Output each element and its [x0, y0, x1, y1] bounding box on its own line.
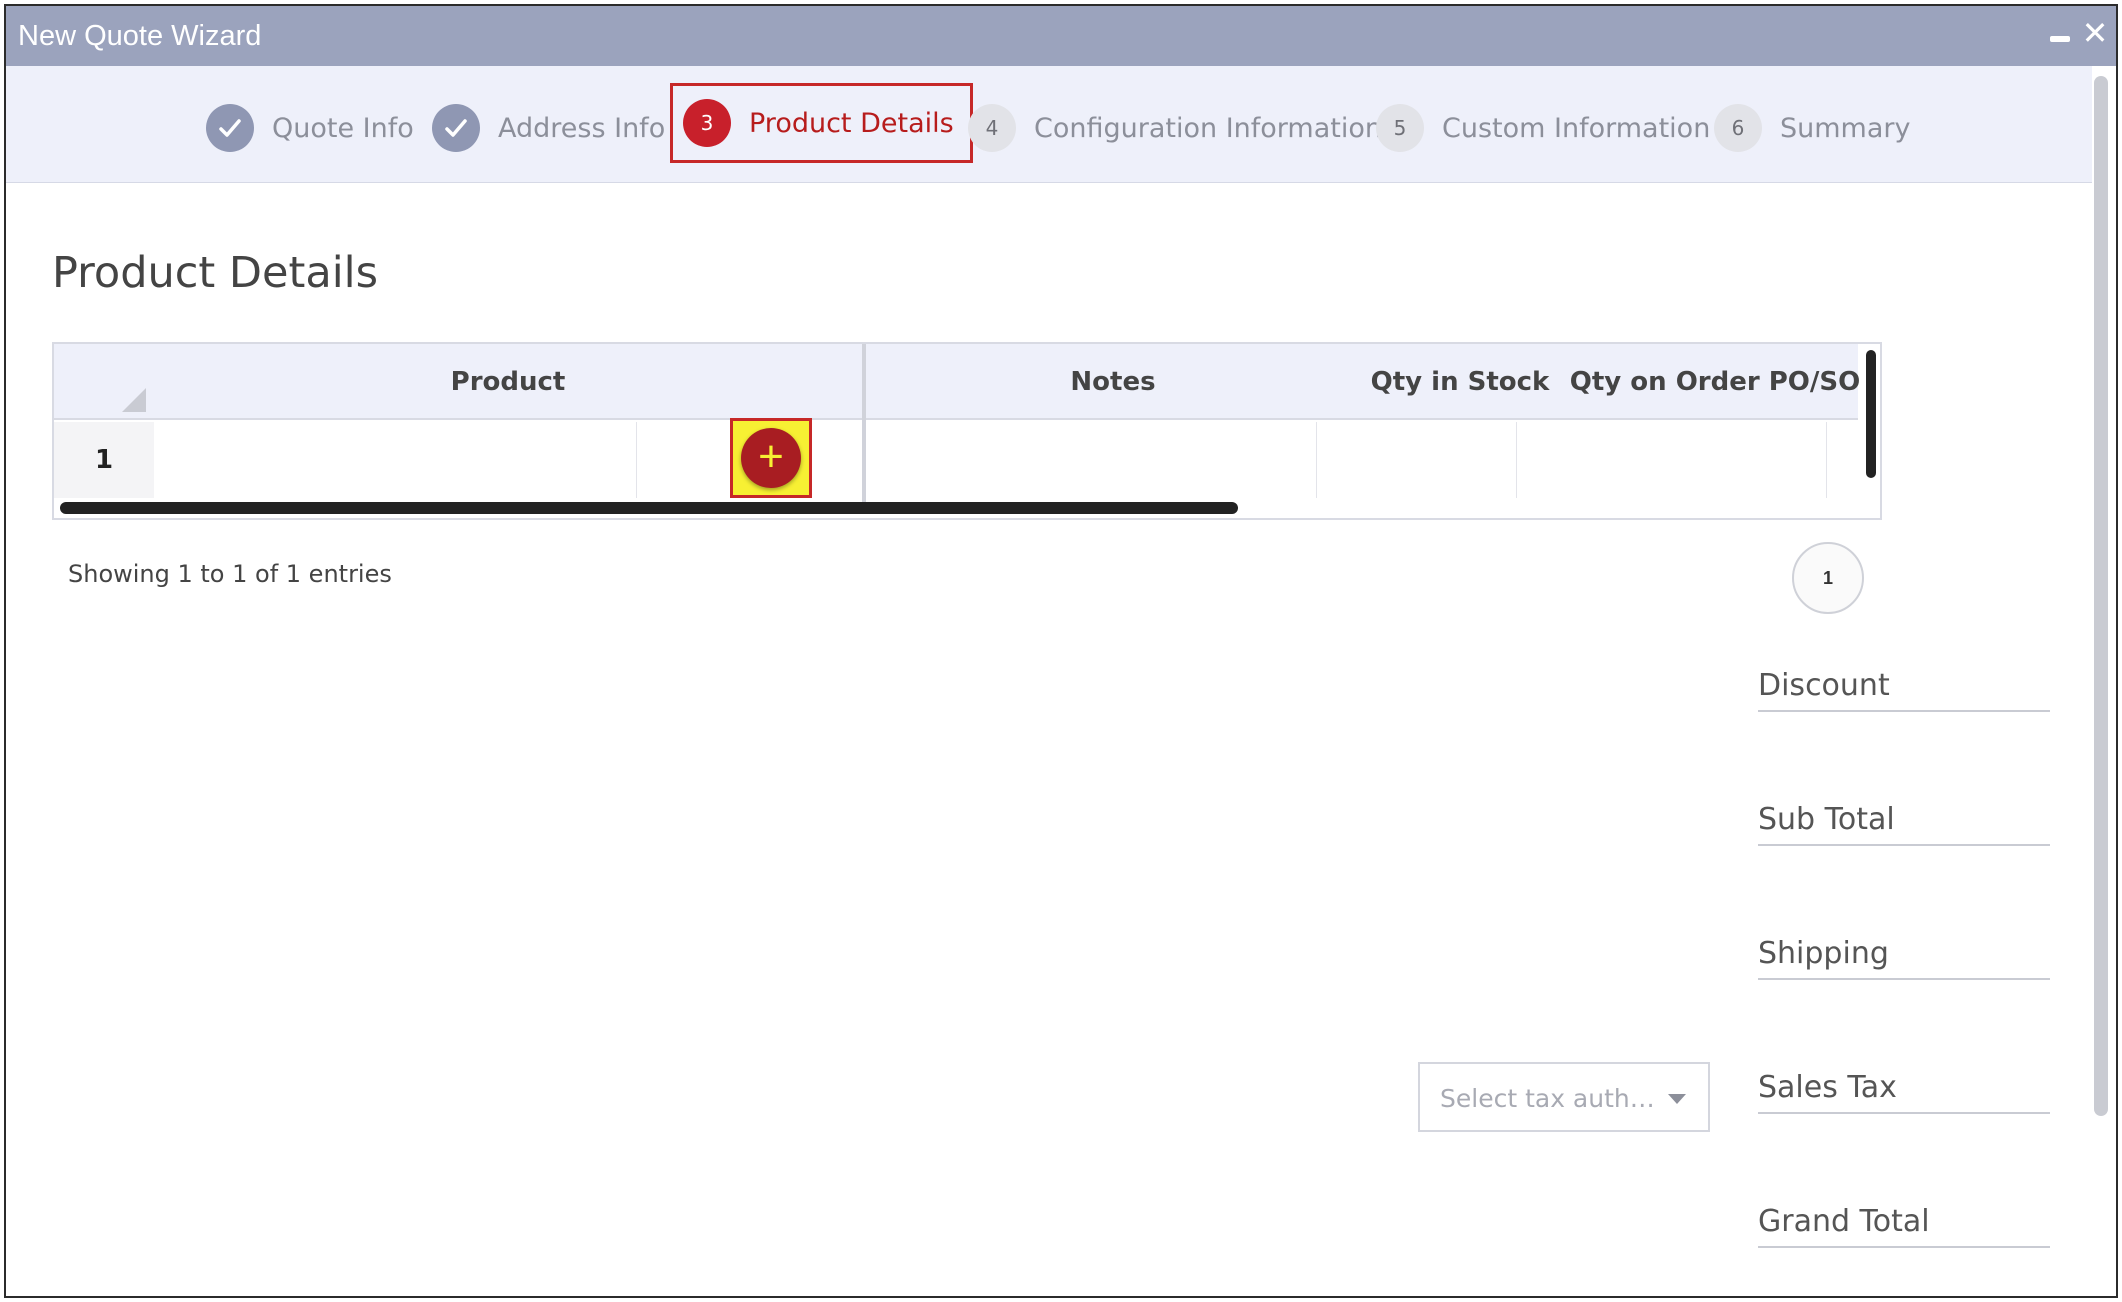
check-icon [432, 104, 480, 152]
step-quote-info[interactable]: Quote Info [206, 104, 414, 152]
select-all-corner[interactable] [54, 344, 154, 420]
step-label: Custom Information [1442, 112, 1711, 144]
sales-tax-field[interactable]: Sales Tax [1758, 1070, 2050, 1114]
window-title: New Quote Wizard [18, 20, 262, 52]
wizard-steps: Quote Info Address Info 3 Product Detail… [6, 66, 2092, 183]
minimize-icon[interactable] [2050, 36, 2070, 42]
column-header-notes[interactable]: Notes [866, 344, 1360, 420]
tax-authority-select[interactable]: Select tax auth… [1418, 1062, 1710, 1132]
step-summary[interactable]: 6 Summary [1714, 104, 1910, 152]
page-button[interactable]: 1 [1792, 542, 1864, 614]
add-product-button-highlight: + [730, 418, 812, 498]
discount-field[interactable]: Discount [1758, 668, 2050, 712]
quote-wizard-window: New Quote Wizard ✕ Quote Info Address In… [4, 4, 2118, 1298]
step-label: Product Details [749, 107, 954, 139]
row-number: 1 [54, 422, 154, 498]
check-icon [206, 104, 254, 152]
step-configuration-information[interactable]: 4 Configuration Information [968, 104, 1382, 152]
step-number: 4 [968, 104, 1016, 152]
notes-cell[interactable] [866, 422, 1316, 498]
step-custom-information[interactable]: 5 Custom Information [1376, 104, 1710, 152]
step-label: Configuration Information [1034, 112, 1382, 144]
column-header-product[interactable]: Product [154, 344, 862, 420]
chevron-down-icon [1668, 1094, 1686, 1104]
column-header-qty-in-stock[interactable]: Qty in Stock [1360, 344, 1560, 420]
sub-total-field[interactable]: Sub Total [1758, 802, 2050, 846]
horizontal-scrollbar[interactable] [60, 502, 1238, 514]
column-header-qty-on-order[interactable]: Qty on Order PO/SO [1560, 344, 1870, 420]
close-icon[interactable]: ✕ [2080, 17, 2110, 49]
step-number: 5 [1376, 104, 1424, 152]
page-title: Product Details [52, 248, 379, 298]
grid-header: Product Notes Qty in Stock Qty on Order … [54, 344, 1860, 420]
tax-authority-placeholder: Select tax auth… [1440, 1084, 1655, 1113]
step-number: 3 [683, 99, 731, 147]
shipping-field[interactable]: Shipping [1758, 936, 2050, 980]
step-address-info[interactable]: Address Info [432, 104, 665, 152]
step-label: Quote Info [272, 112, 414, 144]
product-cell[interactable] [154, 422, 636, 498]
add-product-button[interactable]: + [741, 428, 801, 488]
entries-info: Showing 1 to 1 of 1 entries [68, 560, 392, 588]
step-label: Address Info [498, 112, 666, 144]
vertical-scrollbar[interactable] [1866, 350, 1876, 478]
step-label: Summary [1780, 112, 1911, 144]
step-product-details[interactable]: 3 Product Details [670, 83, 973, 163]
title-bar: New Quote Wizard ✕ [6, 6, 2116, 66]
table-row: 1 + [54, 418, 1858, 498]
page-scrollbar[interactable] [2094, 76, 2108, 1116]
step-number: 6 [1714, 104, 1762, 152]
product-grid: Product Notes Qty in Stock Qty on Order … [52, 342, 1882, 520]
grand-total-field[interactable]: Grand Total [1758, 1204, 2050, 1248]
